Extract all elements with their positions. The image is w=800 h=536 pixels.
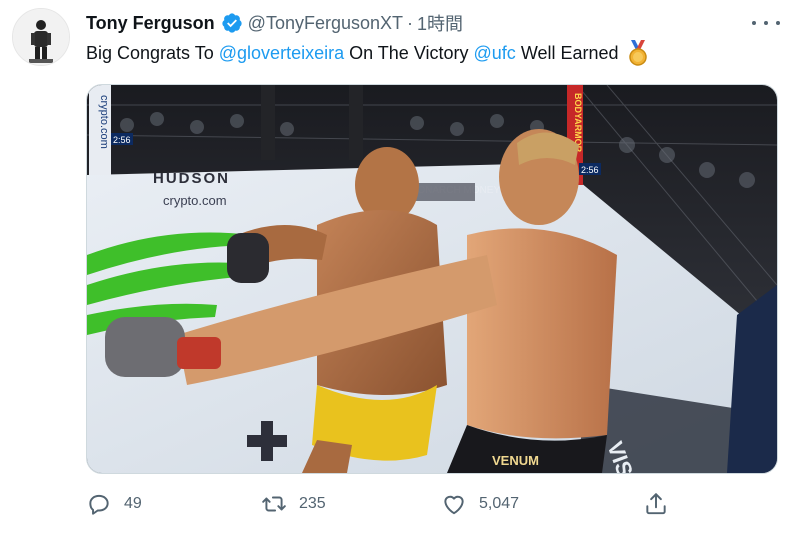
gold-medal-icon xyxy=(627,40,649,66)
clock-text: 2:56 xyxy=(113,135,131,145)
retweet-icon xyxy=(262,496,286,512)
mention-link[interactable]: @ufc xyxy=(474,40,516,66)
heart-icon xyxy=(444,495,464,515)
timestamp[interactable]: 1時間 xyxy=(417,10,463,36)
reply-button[interactable]: 49 xyxy=(86,488,142,520)
like-count: 5,047 xyxy=(479,495,520,512)
verified-badge-icon xyxy=(221,12,243,34)
tweet-header: Tony Ferguson @TonyFergusonXT · 1時間 xyxy=(86,11,463,35)
retweet-button[interactable]: 235 xyxy=(261,488,326,520)
user-handle[interactable]: @TonyFergusonXT xyxy=(248,13,403,34)
avatar[interactable] xyxy=(12,8,70,66)
share-icon xyxy=(646,493,666,515)
avatar-image xyxy=(13,9,69,65)
shorts-brand-text: VENUM xyxy=(492,453,539,468)
share-button[interactable] xyxy=(643,488,669,520)
floor-banner-text: HUDSON xyxy=(153,170,230,187)
tweet-text-intro: Big Congrats To xyxy=(86,43,214,63)
floor-banner-text: crypto.com xyxy=(163,193,227,208)
reply-count: 49 xyxy=(124,495,142,512)
tweet-text-middle: On The Victory xyxy=(349,43,469,63)
display-name[interactable]: Tony Ferguson xyxy=(86,13,215,34)
tweet-text-outro: Well Earned xyxy=(520,43,619,63)
tweet-media-image[interactable]: crypto.com BODYARMOR 2:56 2:56 HUDSON cr… xyxy=(86,84,778,474)
retweet-count: 235 xyxy=(299,495,326,512)
separator-dot: · xyxy=(407,12,414,33)
tweet-actions: 49 235 5,047 xyxy=(86,488,686,520)
mention-link[interactable]: @gloverteixeira xyxy=(219,40,344,66)
clock-text: 2:56 xyxy=(581,165,599,175)
side-brand-text: crypto.com xyxy=(98,95,110,149)
more-options-icon[interactable] xyxy=(752,14,780,32)
reply-icon xyxy=(89,494,109,515)
tweet-text: Big Congrats To @gloverteixeira On The V… xyxy=(86,40,649,66)
like-button[interactable]: 5,047 xyxy=(441,488,519,520)
